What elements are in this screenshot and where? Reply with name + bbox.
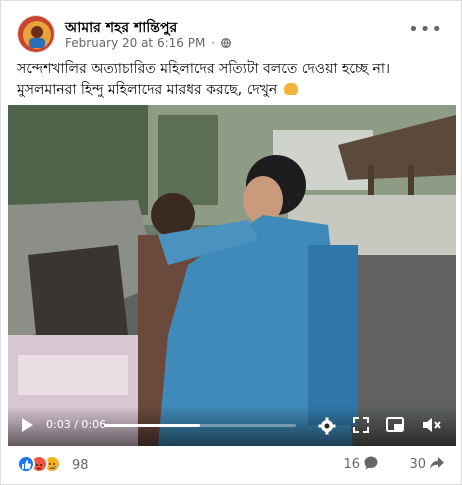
video-progress-bar[interactable] [104, 424, 296, 427]
comments-summary[interactable]: 16 [343, 455, 379, 475]
video-player[interactable]: 0:03 / 0:06 [8, 105, 456, 446]
caption-line-2: মুসলমানরা হিন্দু মহিলাদের মারধর করছে, দে… [17, 80, 447, 101]
mute-icon[interactable] [422, 417, 442, 437]
reaction-count: 98 [72, 458, 89, 473]
settings-icon[interactable] [318, 417, 336, 439]
caption-line-1: সন্দেশখালির অত্যাচারিত মহিলাদের সত্যিটা … [17, 61, 390, 77]
meta-separator: · [211, 36, 215, 50]
post-footer: 98 16 30 [17, 451, 445, 477]
video-controls: 0:03 / 0:06 [8, 406, 456, 446]
post-header: আমার শহর শান্তিপুর February 20 at 6:16 P… [17, 13, 445, 57]
video-frame [8, 105, 456, 446]
page-avatar[interactable] [17, 15, 55, 53]
current-time: 0:03 [46, 418, 71, 431]
time-separator: / [70, 418, 82, 431]
fullscreen-icon[interactable] [353, 417, 369, 437]
post-timestamp[interactable]: February 20 at 6:16 PM [65, 36, 205, 50]
video-time: 0:03 / 0:06 [46, 418, 106, 431]
share-icon [429, 455, 445, 475]
globe-icon [220, 37, 231, 48]
comment-icon [363, 455, 379, 475]
video-progress-fill [104, 424, 200, 427]
caption-line-2-text: মুসলমানরা হিন্দু মহিলাদের মারধর করছে, দে… [17, 82, 278, 98]
like-icon [17, 455, 35, 473]
comment-count: 16 [343, 457, 360, 472]
shares-summary[interactable]: 30 [409, 455, 445, 475]
duration: 0:06 [81, 418, 107, 431]
post-caption: সন্দেশখালির অত্যাচারিত মহিলাদের সত্যিটা … [17, 59, 447, 101]
post-meta: February 20 at 6:16 PM · [65, 36, 231, 50]
fist-emoji-icon [283, 83, 298, 95]
post-card: আমার শহর শান্তিপুর February 20 at 6:16 P… [0, 0, 462, 485]
play-icon[interactable] [20, 417, 34, 437]
picture-in-picture-icon[interactable] [386, 417, 404, 437]
more-options-icon[interactable]: ••• [408, 19, 443, 40]
share-count: 30 [409, 457, 426, 472]
